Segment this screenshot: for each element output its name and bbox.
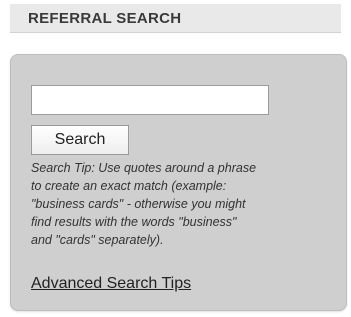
search-input[interactable] — [31, 85, 269, 115]
section-title: REFERRAL SEARCH — [28, 10, 182, 27]
advanced-search-tips-link[interactable]: Advanced Search Tips — [31, 275, 191, 293]
search-button[interactable]: Search — [31, 125, 129, 155]
search-panel: Search Search Tip: Use quotes around a p… — [10, 54, 347, 311]
search-tip-text: Search Tip: Use quotes around a phrase t… — [31, 161, 257, 247]
section-header: REFERRAL SEARCH — [10, 4, 341, 33]
